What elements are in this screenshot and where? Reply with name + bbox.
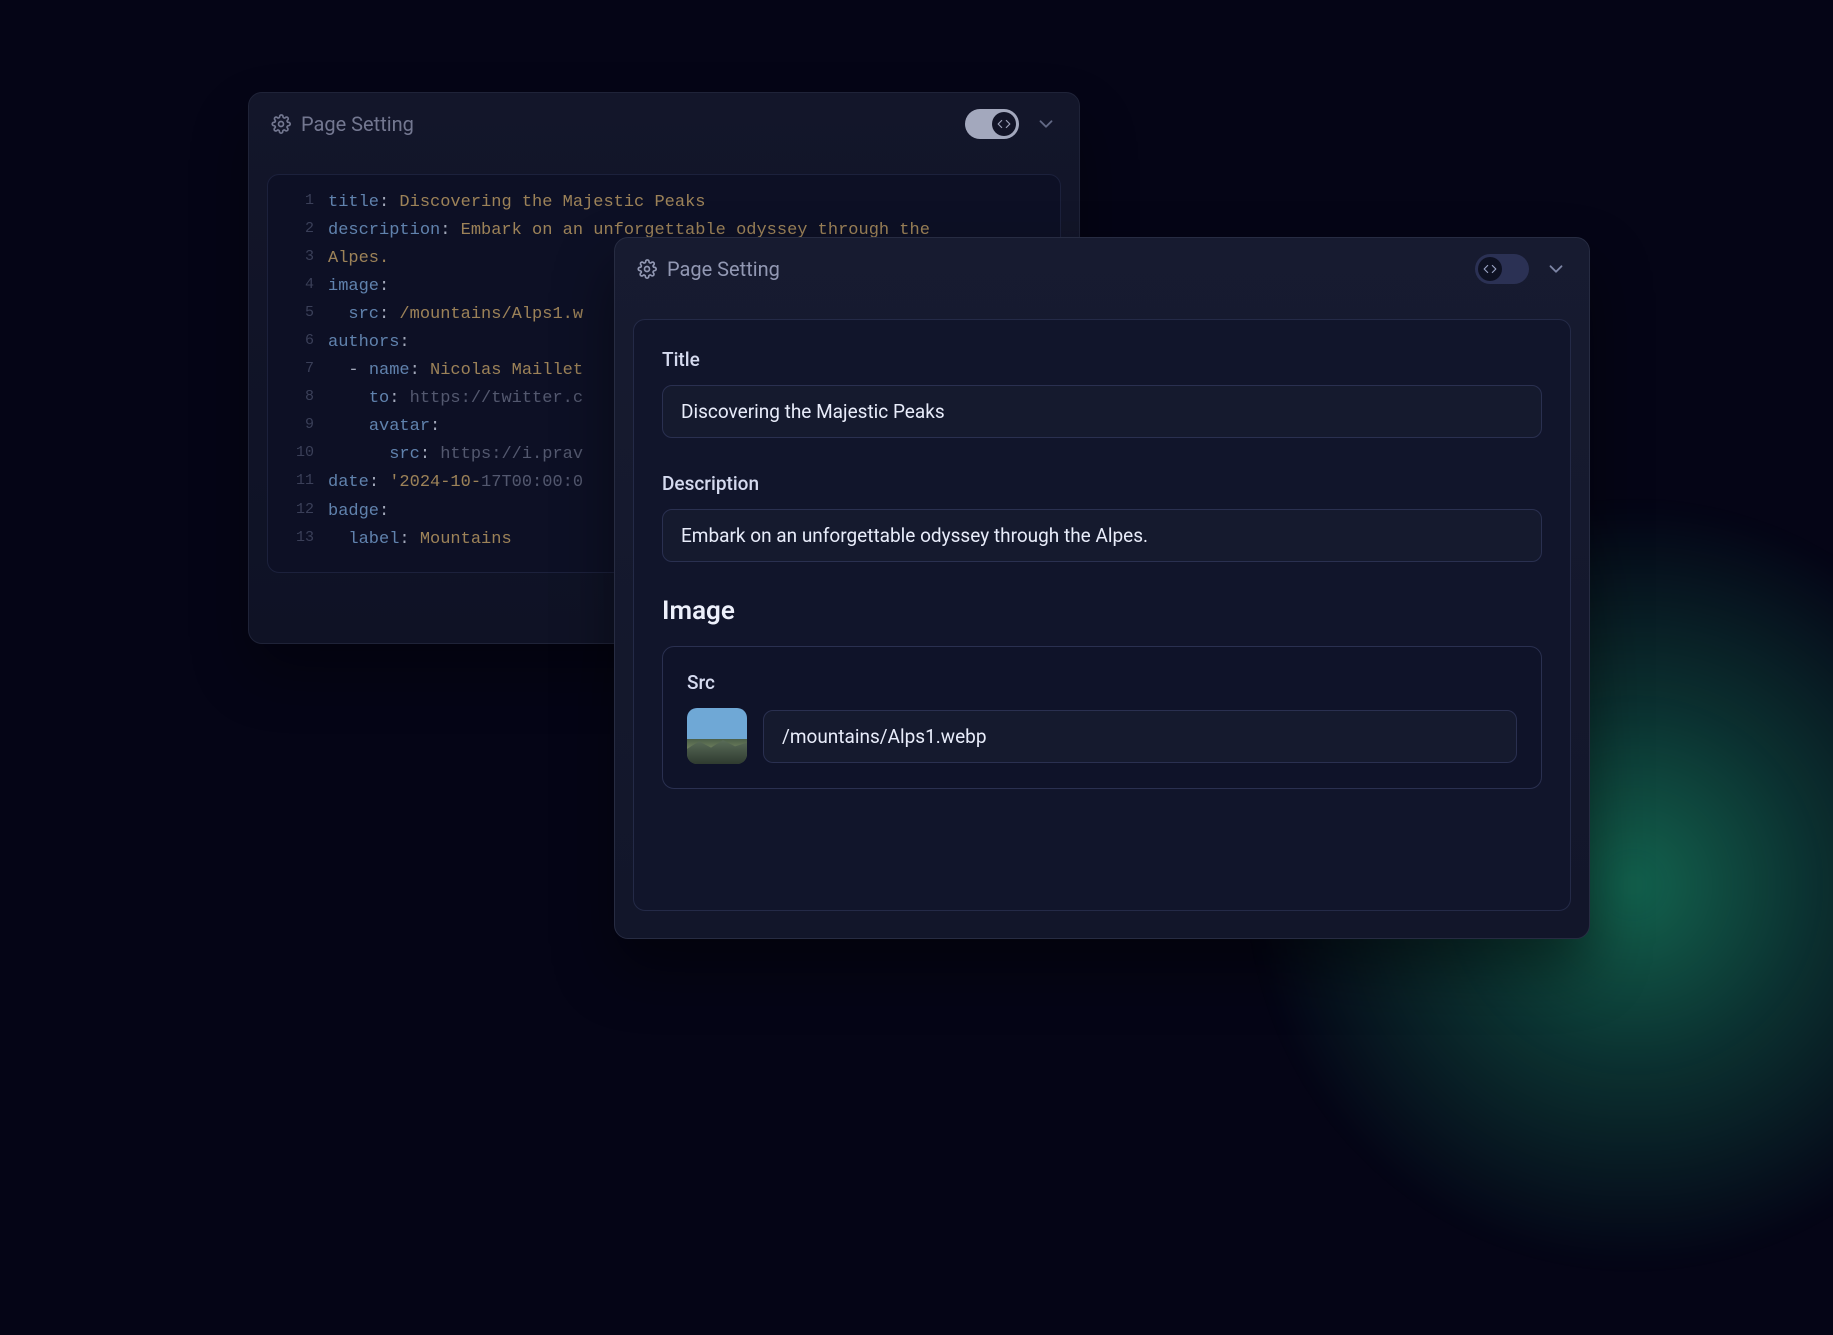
code-panel-header: Page Setting <box>249 93 1079 156</box>
code-text: badge: <box>328 498 389 526</box>
line-number: 11 <box>286 469 328 497</box>
line-number: 10 <box>286 441 328 469</box>
code-text: avatar: <box>328 413 440 441</box>
line-number: 2 <box>286 217 328 245</box>
code-text: title: Discovering the Majestic Peaks <box>328 189 705 217</box>
line-number: 8 <box>286 385 328 413</box>
code-line: 1title: Discovering the Majestic Peaks <box>286 189 1042 217</box>
code-text: label: Mountains <box>328 526 512 554</box>
title-input[interactable] <box>662 385 1542 438</box>
image-subsection: Src <box>662 646 1542 789</box>
line-number: 12 <box>286 498 328 526</box>
line-number: 6 <box>286 329 328 357</box>
image-src-label: Src <box>687 671 1517 694</box>
chevron-down-icon[interactable] <box>1545 258 1567 280</box>
image-section-heading: Image <box>662 596 1542 626</box>
code-text: authors: <box>328 329 410 357</box>
code-icon <box>992 112 1016 136</box>
form-panel-header: Page Setting <box>615 238 1589 301</box>
image-thumbnail-preview[interactable] <box>687 708 747 764</box>
code-text: image: <box>328 273 389 301</box>
code-text: - name: Nicolas Maillet <box>328 357 583 385</box>
line-number: 3 <box>286 245 328 273</box>
code-text: to: https://twitter.c <box>328 385 583 413</box>
description-label: Description <box>662 472 1542 495</box>
line-number: 5 <box>286 301 328 329</box>
image-src-input[interactable] <box>763 710 1517 763</box>
code-panel-title: Page Setting <box>301 112 414 136</box>
title-label: Title <box>662 348 1542 371</box>
description-input[interactable] <box>662 509 1542 562</box>
form-panel-title: Page Setting <box>667 257 780 281</box>
code-text: Alpes. <box>328 245 389 273</box>
page-setting-form-panel: Page Setting Title Description Image <box>614 237 1590 939</box>
code-text: src: /mountains/Alps1.w <box>328 301 583 329</box>
code-form-toggle[interactable] <box>965 109 1019 139</box>
line-number: 7 <box>286 357 328 385</box>
code-text: date: '2024-10-17T00:00:0 <box>328 469 583 497</box>
chevron-down-icon[interactable] <box>1035 113 1057 135</box>
form-body: Title Description Image Src <box>633 319 1571 911</box>
line-number: 9 <box>286 413 328 441</box>
gear-icon <box>271 114 291 134</box>
line-number: 1 <box>286 189 328 217</box>
code-form-toggle[interactable] <box>1475 254 1529 284</box>
code-icon <box>1478 257 1502 281</box>
code-text: src: https://i.prav <box>328 441 583 469</box>
line-number: 4 <box>286 273 328 301</box>
line-number: 13 <box>286 526 328 554</box>
gear-icon <box>637 259 657 279</box>
